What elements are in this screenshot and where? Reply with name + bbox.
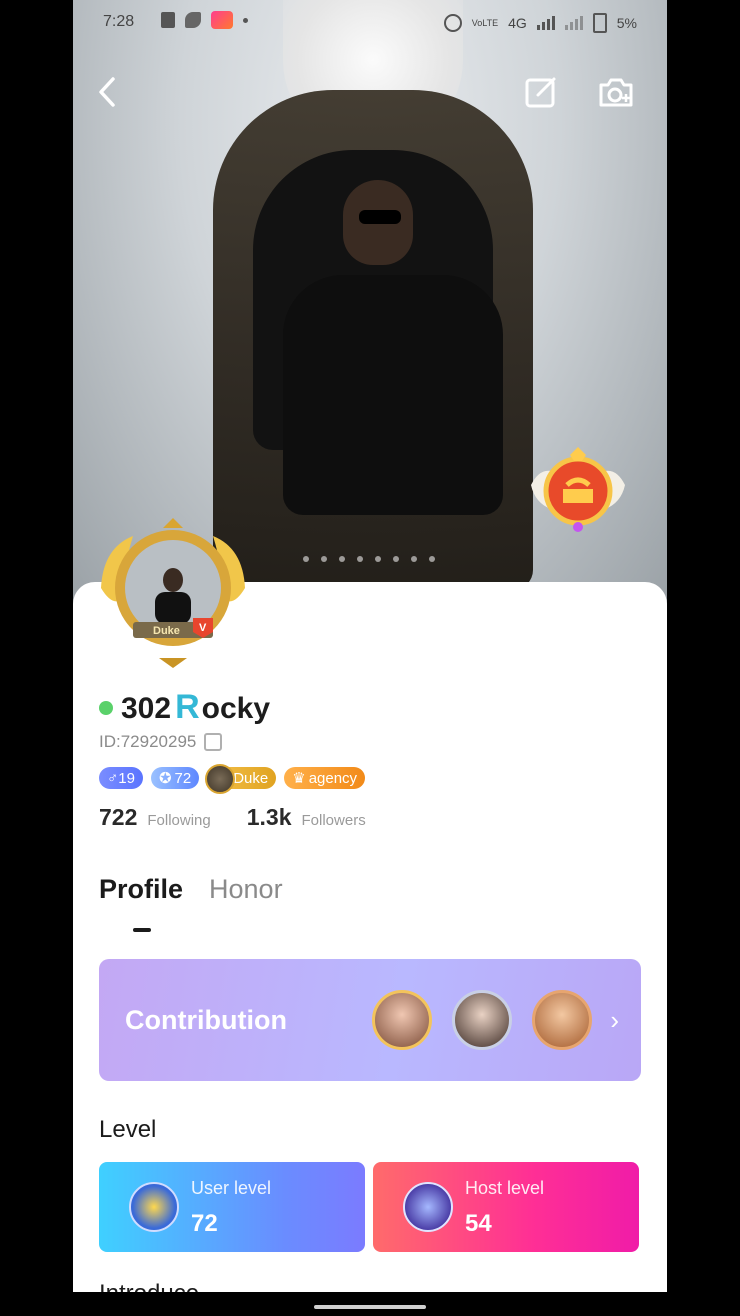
sunglasses xyxy=(359,210,401,224)
home-indicator[interactable] xyxy=(314,1305,426,1309)
status-notification-icons xyxy=(161,11,248,29)
followers-count: 1.3k xyxy=(246,804,292,830)
profile-tabs: Profile Honor xyxy=(99,874,283,905)
followers-stat[interactable]: 1.3k Followers xyxy=(247,804,366,831)
avatar[interactable]: Duke V xyxy=(93,518,253,668)
app-notification-icon xyxy=(211,11,233,29)
avatar-frame-icon: Duke V xyxy=(101,518,245,668)
carousel-dot[interactable] xyxy=(375,556,381,562)
duke-badge-label: Duke xyxy=(233,769,269,787)
battery-percent: 5% xyxy=(616,15,637,31)
network-type: 4G xyxy=(508,15,527,31)
name-text: 302 R ocky xyxy=(121,688,270,727)
signal-2-icon xyxy=(564,16,583,30)
name-prefix: 302 xyxy=(121,692,172,725)
profile-name: 302 R ocky xyxy=(99,688,270,727)
user-level-card[interactable]: User level 72 xyxy=(99,1162,365,1252)
more-notifications-dot xyxy=(243,17,248,23)
following-label: Following xyxy=(147,812,211,829)
edit-profile-button[interactable] xyxy=(519,70,563,114)
host-level-value: 54 xyxy=(465,1210,492,1237)
active-tab-indicator xyxy=(133,928,151,932)
battery-icon xyxy=(592,13,607,33)
level-badge-value: 72 xyxy=(174,769,192,787)
profile-screen: 7:28 VoLTE 4G 5% Duke V 302 R ocky ID:72… xyxy=(73,0,667,1292)
host-level-card[interactable]: Host level 54 xyxy=(373,1162,639,1252)
contributor-avatar-bronze[interactable] xyxy=(532,990,593,1050)
user-level-value: 72 xyxy=(191,1210,218,1237)
user-level-medal-icon xyxy=(129,1182,179,1232)
user-level-label: User level xyxy=(191,1178,272,1198)
battery-saver-icon xyxy=(161,12,175,28)
add-photo-button[interactable] xyxy=(594,70,638,114)
follow-stats: 722 Following 1.3k Followers xyxy=(99,804,366,831)
tab-profile[interactable]: Profile xyxy=(99,874,183,905)
volte-icon: VoLTE xyxy=(471,17,499,28)
chevron-left-icon xyxy=(99,77,115,107)
contributor-avatar-silver[interactable] xyxy=(452,990,513,1050)
status-bar: 7:28 VoLTE 4G 5% xyxy=(73,0,667,44)
crown-badge-icon[interactable] xyxy=(523,445,633,535)
call-icon xyxy=(185,12,201,28)
person-body xyxy=(283,275,503,515)
copy-icon[interactable] xyxy=(204,733,223,751)
gender-age-badge: ♂19 xyxy=(99,767,143,789)
following-stat[interactable]: 722 Following xyxy=(99,804,211,831)
carousel-dot[interactable] xyxy=(429,556,435,562)
back-button[interactable] xyxy=(85,70,129,114)
online-status-dot xyxy=(99,700,113,715)
name-rest: ocky xyxy=(201,692,271,725)
alarm-icon xyxy=(443,14,462,32)
carousel-dot[interactable] xyxy=(393,556,399,562)
carousel-dot[interactable] xyxy=(411,556,417,562)
status-system-icons: VoLTE 4G 5% xyxy=(443,13,637,33)
user-id: ID:72920295 xyxy=(99,732,197,751)
badge-row: ♂19 ✪ 72 Duke ♛ agency xyxy=(99,764,366,794)
chevron-right-icon[interactable]: › xyxy=(610,1005,619,1036)
contributor-avatar-gold[interactable] xyxy=(372,990,433,1050)
carousel-dot[interactable] xyxy=(357,556,363,562)
signal-icon xyxy=(536,16,555,30)
medal-icon: ✪ xyxy=(158,770,172,787)
edit-icon xyxy=(525,77,556,108)
agency-badge: ♛ agency xyxy=(284,767,366,789)
photo-carousel-dots[interactable] xyxy=(303,556,435,562)
carousel-dot[interactable] xyxy=(321,556,327,562)
contribution-title: Contribution xyxy=(125,1004,287,1035)
svg-text:V: V xyxy=(199,622,207,634)
crown-icon: ♛ xyxy=(292,770,306,787)
microphone-icon xyxy=(403,1182,453,1232)
camera-plus-icon xyxy=(599,78,633,107)
level-badge: ✪ 72 xyxy=(150,767,200,789)
duke-emblem-icon xyxy=(205,764,236,794)
level-heading: Level xyxy=(99,1116,157,1143)
svg-text:Duke: Duke xyxy=(153,625,180,637)
followers-label: Followers xyxy=(301,812,366,829)
contribution-banner[interactable]: Contribution › xyxy=(99,959,641,1081)
carousel-dot[interactable] xyxy=(303,556,309,562)
status-time: 7:28 xyxy=(103,13,135,30)
host-level-label: Host level xyxy=(465,1178,545,1198)
carousel-dot[interactable] xyxy=(339,556,345,562)
duke-badge: Duke xyxy=(205,764,277,794)
tab-honor[interactable]: Honor xyxy=(209,874,283,905)
introduce-heading: Introduce xyxy=(99,1280,199,1292)
agency-badge-label: agency xyxy=(308,769,358,787)
following-count: 722 xyxy=(99,804,138,830)
name-initial: R xyxy=(175,688,200,726)
contributor-avatars xyxy=(372,990,593,1050)
user-id-row: ID:72920295 xyxy=(99,732,223,752)
